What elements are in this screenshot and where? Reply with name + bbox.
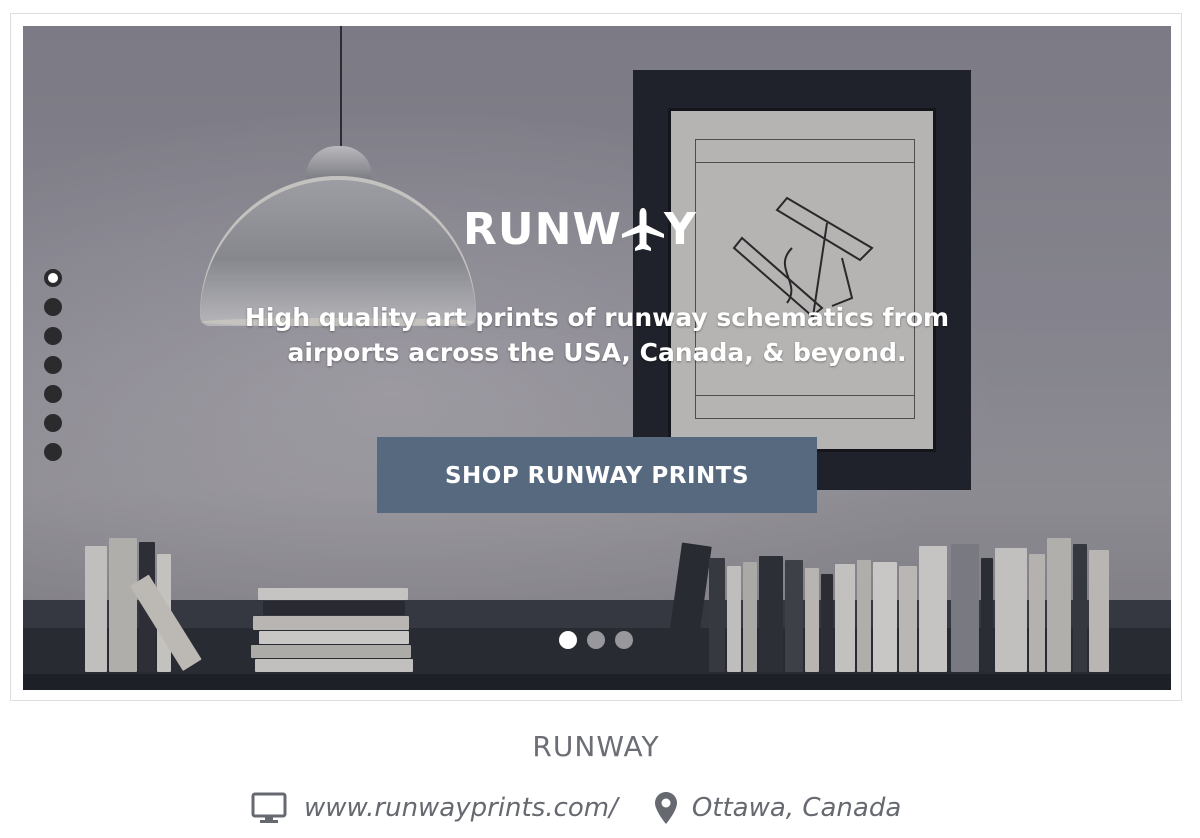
- site-url-link[interactable]: www.runwayprints.com/: [304, 793, 618, 823]
- vertical-dot-3[interactable]: [44, 327, 62, 345]
- carousel-dots: [559, 631, 633, 649]
- vertical-dot-2[interactable]: [44, 298, 62, 316]
- carousel-dot-1[interactable]: [559, 631, 577, 649]
- vertical-dot-4[interactable]: [44, 356, 62, 374]
- map-pin-icon: [654, 792, 677, 824]
- vertical-dot-1[interactable]: [44, 269, 62, 287]
- runway-logo: RUNW Y: [463, 202, 733, 258]
- hero-image: RUNW Y High quality art prints of runway…: [23, 26, 1171, 690]
- monitor-icon: [251, 792, 287, 823]
- site-meta: www.runwayprints.com/ Ottawa, Canada: [250, 786, 901, 830]
- airplane-icon: [621, 208, 664, 251]
- vertical-dot-7[interactable]: [44, 443, 62, 461]
- shop-runway-prints-button[interactable]: SHOP RUNWAY PRINTS: [377, 437, 817, 513]
- carousel-dot-3[interactable]: [615, 631, 633, 649]
- logo-text-end: Y: [663, 204, 697, 255]
- carousel-dot-2[interactable]: [587, 631, 605, 649]
- site-location: Ottawa, Canada: [691, 793, 902, 823]
- hero-tagline: High quality art prints of runway schema…: [244, 303, 950, 367]
- logo-text: RUNW: [463, 204, 622, 255]
- vertical-dot-5[interactable]: [44, 385, 62, 403]
- site-title: RUNWAY: [532, 730, 660, 763]
- vertical-slide-nav: [44, 269, 64, 472]
- vertical-dot-6[interactable]: [44, 414, 62, 432]
